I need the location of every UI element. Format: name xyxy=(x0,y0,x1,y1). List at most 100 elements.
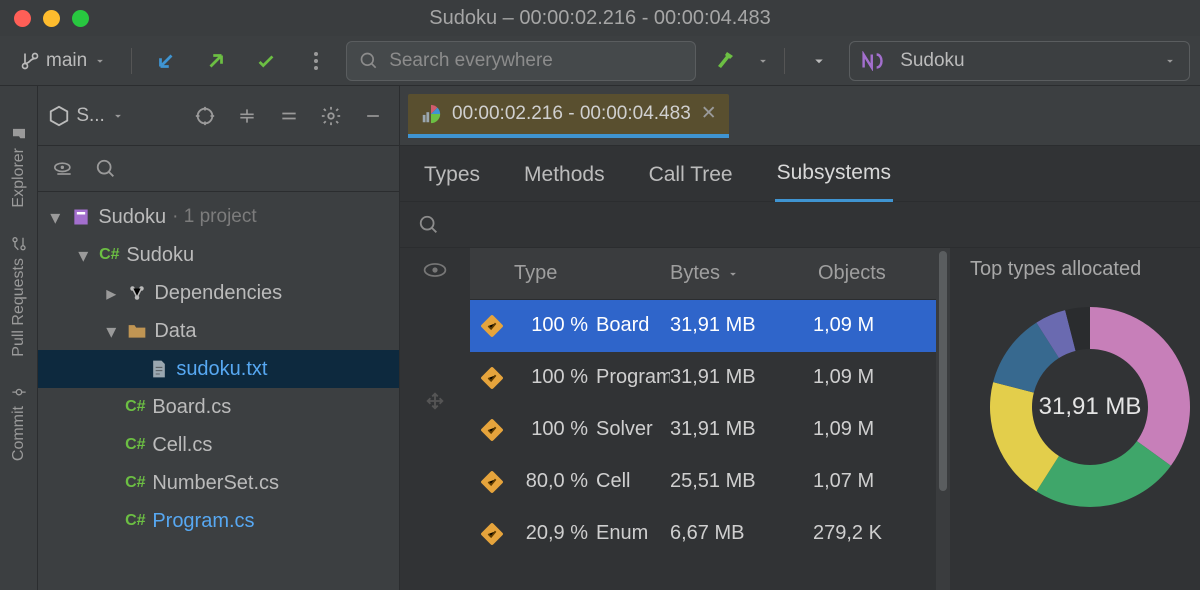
table-row[interactable]: 100 % Board 31,91 MB 1,09 M xyxy=(470,300,936,352)
tab-methods[interactable]: Methods xyxy=(522,151,607,201)
tab-types[interactable]: Types xyxy=(422,151,482,201)
editor-tab-profiler[interactable]: 00:00:02.216 - 00:00:04.483 ✕ xyxy=(408,94,729,138)
hide-button[interactable] xyxy=(357,100,389,132)
gear-icon xyxy=(320,105,342,127)
tree-file-cell[interactable]: C# Cell.cs xyxy=(38,426,399,464)
cell-pct: 100 % xyxy=(514,314,596,337)
explorer-header: S... xyxy=(38,86,399,146)
window-controls xyxy=(14,10,89,27)
tree-file-sudoku-txt[interactable]: sudoku.txt xyxy=(38,350,399,388)
dependencies-label: Dependencies xyxy=(154,282,282,305)
file-label: Board.cs xyxy=(152,396,231,419)
close-tab-button[interactable]: ✕ xyxy=(701,102,717,125)
table-row[interactable]: 100 % Program 31,91 MB 1,09 M xyxy=(470,352,936,404)
more-vertical-icon xyxy=(313,50,319,72)
separator xyxy=(784,48,785,74)
cell-type: Board xyxy=(596,314,670,337)
fullscreen-window-button[interactable] xyxy=(72,10,89,27)
tree-file-program[interactable]: C# Program.cs xyxy=(38,502,399,540)
run-config-name: Sudoku xyxy=(900,50,964,72)
expand-all-icon xyxy=(237,106,257,126)
folder-icon xyxy=(126,320,148,342)
cell-pct: 100 % xyxy=(514,418,596,441)
table-row[interactable]: 20,9 % Enum 6,67 MB 279,2 K xyxy=(470,508,936,560)
cell-type: Cell xyxy=(596,470,670,493)
search-everywhere[interactable]: Search everywhere xyxy=(346,41,696,81)
tab-subsystems[interactable]: Subsystems xyxy=(775,149,893,202)
subsystem-icon xyxy=(481,419,503,441)
project-tree: ▾ Sudoku · 1 project ▾ C# Sudoku ▸ Depen… xyxy=(38,192,399,546)
allocation-donut-chart[interactable]: 31,91 MB xyxy=(980,297,1200,517)
solution-label: S... xyxy=(76,105,105,127)
separator xyxy=(131,48,132,74)
solution-selector[interactable]: S... xyxy=(48,105,179,127)
col-type[interactable]: Type xyxy=(514,262,670,285)
folder-icon xyxy=(11,126,27,142)
profiler-search-row xyxy=(400,202,1200,248)
chevron-down-icon xyxy=(756,54,770,68)
cell-objects: 1,09 M xyxy=(805,366,936,389)
tree-dependencies[interactable]: ▸ Dependencies xyxy=(38,274,399,312)
tree-root[interactable]: ▾ Sudoku · 1 project xyxy=(38,198,399,236)
cell-objects: 279,2 K xyxy=(805,522,936,545)
search-icon[interactable] xyxy=(418,214,440,236)
subsystem-icon xyxy=(481,523,503,545)
col-bytes[interactable]: Bytes xyxy=(670,262,810,285)
pull-requests-tool[interactable]: Pull Requests xyxy=(10,222,28,371)
branch-name: main xyxy=(46,50,87,72)
table-scrollbar[interactable] xyxy=(936,248,950,590)
csharp-file-icon: C# xyxy=(124,434,146,456)
content-area: 00:00:02.216 - 00:00:04.483 ✕ Types Meth… xyxy=(400,86,1200,590)
scope-button[interactable] xyxy=(48,153,80,185)
csharp-file-icon: C# xyxy=(124,510,146,532)
eye-icon[interactable] xyxy=(422,260,448,280)
git-branch-selector[interactable]: main xyxy=(10,43,117,79)
col-bytes-label: Bytes xyxy=(670,262,720,285)
window-title: Sudoku – 00:00:02.216 - 00:00:04.483 xyxy=(429,7,770,30)
settings-button[interactable] xyxy=(315,100,347,132)
tree-file-numberset[interactable]: C# NumberSet.cs xyxy=(38,464,399,502)
tree-folder-data[interactable]: ▾ Data xyxy=(38,312,399,350)
collapse-all-icon xyxy=(279,106,299,126)
text-file-icon xyxy=(148,358,170,380)
explorer-tool[interactable]: Explorer xyxy=(10,112,28,222)
vcs-commit-button[interactable] xyxy=(196,43,236,79)
tree-project[interactable]: ▾ C# Sudoku xyxy=(38,236,399,274)
chevron-down-icon xyxy=(111,109,125,123)
root-suffix: · 1 project xyxy=(172,206,256,228)
chevron-down-icon: ▾ xyxy=(46,205,64,230)
minimize-window-button[interactable] xyxy=(43,10,60,27)
move-icon[interactable] xyxy=(424,390,446,412)
vcs-check-button[interactable] xyxy=(246,43,286,79)
target-button[interactable] xyxy=(189,100,221,132)
sort-desc-icon xyxy=(726,267,740,281)
cell-objects: 1,09 M xyxy=(805,314,936,337)
vcs-more-button[interactable] xyxy=(296,43,336,79)
tree-file-board[interactable]: C# Board.cs xyxy=(38,388,399,426)
main-toolbar: main Search everywhere Sudoku xyxy=(0,36,1200,86)
csharp-project-icon: C# xyxy=(98,244,120,266)
table-header: Type Bytes Objects xyxy=(470,248,936,300)
file-label: Cell.cs xyxy=(152,434,212,457)
solution-icon xyxy=(70,206,92,228)
tab-call-tree[interactable]: Call Tree xyxy=(647,151,735,201)
vcs-update-button[interactable] xyxy=(146,43,186,79)
run-history-button[interactable] xyxy=(799,43,839,79)
cell-pct: 80,0 % xyxy=(514,470,596,493)
filter-search-button[interactable] xyxy=(90,153,122,185)
profiler-icon xyxy=(420,103,442,125)
table-row[interactable]: 80,0 % Cell 25,51 MB 1,07 M xyxy=(470,456,936,508)
pull-requests-label: Pull Requests xyxy=(10,258,28,357)
titlebar: Sudoku – 00:00:02.216 - 00:00:04.483 xyxy=(0,0,1200,36)
col-objects[interactable]: Objects xyxy=(810,262,936,285)
run-config-selector[interactable]: Sudoku xyxy=(849,41,1190,81)
build-button[interactable] xyxy=(706,43,746,79)
collapse-all-button[interactable] xyxy=(273,100,305,132)
expand-all-button[interactable] xyxy=(231,100,263,132)
commit-label: Commit xyxy=(10,406,28,461)
commit-tool[interactable]: Commit xyxy=(10,370,28,475)
close-window-button[interactable] xyxy=(14,10,31,27)
table-row[interactable]: 100 % Solver 31,91 MB 1,09 M xyxy=(470,404,936,456)
cell-pct: 20,9 % xyxy=(514,522,596,545)
cell-objects: 1,09 M xyxy=(805,418,936,441)
